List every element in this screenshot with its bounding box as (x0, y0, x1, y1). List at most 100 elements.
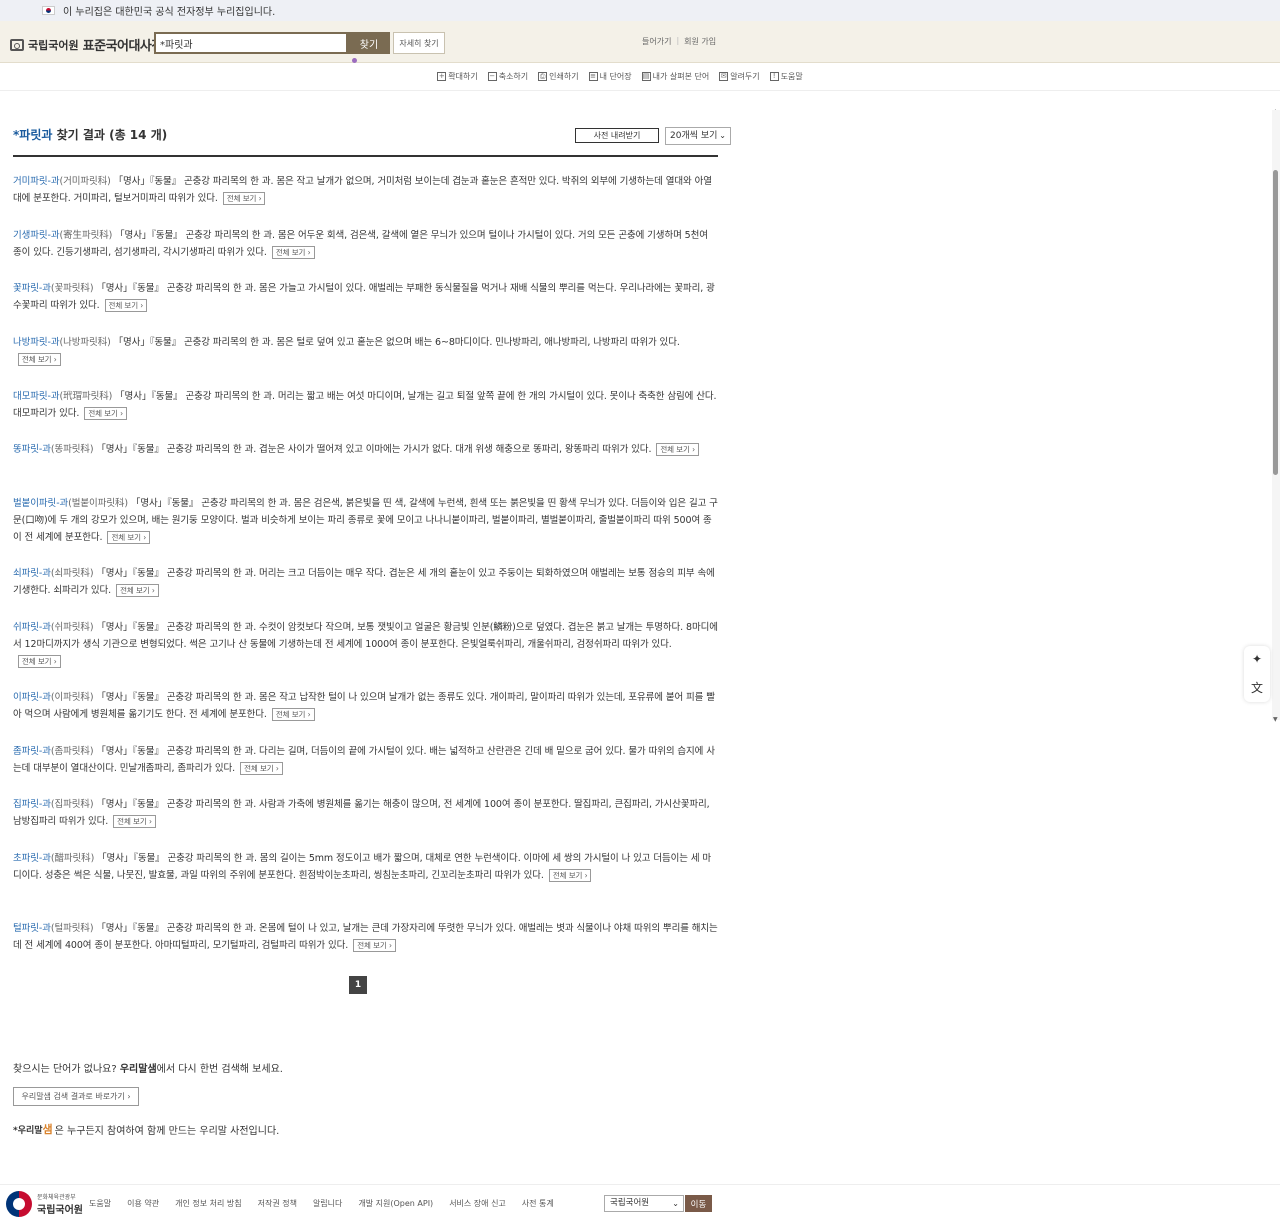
urimal-brand: 우리말샘 (119, 1064, 157, 1075)
full-view-button[interactable]: 전체 보기 › (113, 815, 156, 828)
full-view-label: 전체 보기 (108, 301, 139, 310)
full-view-button[interactable]: 전체 보기 › (84, 407, 127, 420)
entry-definition: 「명사」『동물』 곤충강 파리목의 한 과. 겹눈은 사이가 떨어져 있고 이마… (96, 444, 652, 455)
go-button[interactable]: 이동 (685, 1195, 712, 1212)
urimal-note-saem: 샘 (42, 1123, 53, 1136)
footer-link-open-api[interactable]: 개발 지원(Open API) (358, 1198, 433, 1209)
full-view-label: 전체 보기 (660, 445, 690, 454)
print-button[interactable]: ⎙ 인쇄하기 (538, 71, 579, 82)
footer-link-copyright[interactable]: 저작권 정책 (258, 1198, 297, 1209)
signup-link[interactable]: 회원 가입 (679, 36, 721, 47)
recent-words-button[interactable]: ▤ 내가 살펴본 단어 (641, 71, 710, 82)
urimal-search-button[interactable]: 우리말샘 검색 결과로 바로가기 › (13, 1087, 139, 1106)
entry-word[interactable]: 쇠파릿-과 (13, 568, 51, 579)
entry-word[interactable]: 좀파릿-과 (13, 746, 51, 757)
entry-definition: 「명사」『동물』 곤충강 파리목의 한 과. 몸의 길이는 5mm 정도이고 배… (13, 853, 712, 881)
footer-link-report[interactable]: 서비스 장애 신고 (449, 1198, 506, 1209)
logo-title: 표준국어대사전 (82, 39, 164, 54)
dictionary-download-button[interactable]: 사전 내려받기 (575, 128, 659, 143)
full-view-button[interactable]: 전체 보기 › (548, 869, 592, 882)
detail-search-button[interactable]: 자세히 찾기 (393, 32, 445, 54)
tool-label: 내가 살펴본 단어 (652, 72, 710, 81)
results-count: 찾기 결과 (총 14 개) (56, 128, 168, 142)
entry-word[interactable]: 초파릿-과 (13, 853, 51, 864)
notice-button[interactable]: ✉ 알려두기 (719, 71, 760, 82)
entry-origin: (좀파릿科) (50, 746, 94, 757)
entry-origin: (거미파릿科) (59, 176, 111, 187)
site-logo[interactable]: 국립국어원 표준국어대사전 (10, 35, 163, 54)
zoom-in-button[interactable]: + 확대하기 (437, 71, 478, 82)
entry-definition: 「명사」『동물』 곤충강 파리목의 한 과. 몸은 작고 날개가 없으며, 거미… (13, 176, 712, 204)
entry-word[interactable]: 나방파릿-과 (13, 337, 60, 348)
footer-link-privacy[interactable]: 개인 정보 처리 방침 (175, 1198, 242, 1209)
entry-word[interactable]: 거미파릿-과 (13, 176, 60, 187)
full-view-button[interactable]: 전체 보기 › (353, 939, 396, 952)
full-view-button[interactable]: 전체 보기 › (107, 531, 151, 544)
list-item: 똥파릿-과(똥파릿科) 「명사」『동물』 곤충강 파리목의 한 과. 겹눈은 사… (13, 441, 718, 458)
chevron-down-icon: ⌄ (719, 131, 726, 140)
urimal-note-text: 은 누구든지 참여하여 함께 만드는 우리말 사전입니다. (54, 1125, 280, 1137)
results-header: *파릿과 찾기 결과 (총 14 개) 사전 내려받기 20개씩 보기 ⌄ (13, 124, 731, 157)
sparkle-icon[interactable]: ✦ (1252, 652, 1262, 666)
entry-origin: (寄生파릿科) (59, 230, 113, 241)
search-input[interactable] (154, 32, 348, 54)
full-view-button[interactable]: 전체 보기 › (271, 246, 315, 259)
full-view-button[interactable]: 전체 보기 › (656, 443, 700, 456)
translate-icon[interactable]: 文 (1251, 679, 1263, 696)
tool-label: 알려두기 (730, 72, 760, 81)
full-view-label: 전체 보기 (357, 941, 387, 950)
full-view-button[interactable]: 전체 보기 › (222, 192, 266, 205)
entry-word[interactable]: 대모파릿-과 (13, 391, 60, 402)
per-page-select[interactable]: 20개씩 보기 ⌄ (665, 127, 731, 145)
full-view-button[interactable]: 전체 보기 › (18, 353, 61, 366)
full-view-button[interactable]: 전체 보기 › (104, 299, 148, 312)
pagination-current-page[interactable]: 1 (349, 976, 367, 994)
list-item: 좀파릿-과(좀파릿科) 「명사」『동물』 곤충강 파리목의 한 과. 다리는 길… (13, 743, 718, 777)
full-view-label: 전체 보기 (22, 657, 52, 666)
entry-word[interactable]: 쉬파릿-과 (13, 622, 51, 633)
entry-word[interactable]: 벌붙이파릿-과 (13, 498, 68, 509)
footer-link-terms[interactable]: 이용 약관 (127, 1198, 159, 1209)
urimal-question-suffix: 에서 다시 한번 검색해 보세요. (156, 1064, 283, 1075)
entry-word[interactable]: 꽃파릿-과 (13, 283, 51, 294)
list-item: 이파릿-과(이파릿科) 「명사」『동물』 곤충강 파리목의 한 과. 몸은 작고… (13, 689, 718, 723)
help-button[interactable]: ! 도움말 (769, 71, 803, 82)
urimal-note: *우리말 샘 은 누구든지 참여하여 함께 만드는 우리말 사전입니다. (13, 1121, 279, 1137)
scrollbar[interactable] (1272, 110, 1280, 720)
scroll-down-arrow-icon[interactable]: ▼ (1273, 716, 1278, 723)
search-button[interactable]: 찾기 (348, 32, 390, 54)
full-view-button[interactable]: 전체 보기 › (18, 655, 61, 668)
government-emblem-icon (6, 1191, 32, 1217)
scrollbar-thumb[interactable] (1273, 170, 1278, 475)
entry-word[interactable]: 기생파릿-과 (13, 230, 60, 241)
footer-logo[interactable]: 문화체육관광부 국립국어원 (6, 1191, 83, 1217)
footer-link-notice[interactable]: 알립니다 (313, 1198, 342, 1209)
list-item: 초파릿-과(醋파릿科) 「명사」『동물』 곤충강 파리목의 한 과. 몸의 길이… (13, 850, 718, 884)
results-title: *파릿과 찾기 결과 (총 14 개) (13, 126, 167, 143)
entry-word[interactable]: 똥파릿-과 (13, 444, 51, 455)
entry-definition: 「명사」『동물』 곤충강 파리목의 한 과. 몸은 어두운 회색, 검은색, 갈… (13, 230, 708, 258)
entry-word[interactable]: 집파릿-과 (13, 799, 51, 810)
entry-word[interactable]: 이파릿-과 (13, 692, 51, 703)
footer-org: 문화체육관광부 국립국어원 (37, 1192, 83, 1216)
help-icon: ! (769, 72, 779, 81)
entry-origin: (똥파릿科) (50, 444, 94, 455)
full-view-button[interactable]: 전체 보기 › (271, 708, 315, 721)
login-link[interactable]: 들어가기 (637, 36, 676, 47)
zoom-out-button[interactable]: − 축소하기 (487, 71, 528, 82)
related-site-select[interactable]: 국립국어원 ⌄ (604, 1195, 684, 1212)
entry-word[interactable]: 털파릿-과 (13, 923, 51, 934)
my-wordbook-button[interactable]: ≡ 내 단어장 (588, 71, 632, 82)
entry-origin: (나방파릿科) (59, 337, 111, 348)
footer-link-help[interactable]: 도움말 (89, 1198, 111, 1209)
full-view-label: 전체 보기 (552, 871, 583, 880)
notice-icon: ✉ (719, 72, 729, 81)
list-item: 쉬파릿-과(쉬파릿科) 「명사」『동물』 곤충강 파리목의 한 과. 수컷이 암… (13, 619, 718, 670)
full-view-button[interactable]: 전체 보기 › (240, 762, 283, 775)
full-view-button[interactable]: 전체 보기 › (116, 584, 159, 597)
full-view-label: 전체 보기 (275, 710, 306, 719)
list-item: 대모파릿-과(玳瑁파릿科) 「명사」『동물』 곤충강 파리목의 한 과. 머리는… (13, 388, 718, 422)
footer-ministry: 문화체육관광부 (37, 1194, 76, 1201)
footer-link-stats[interactable]: 사전 통계 (522, 1198, 554, 1209)
entry-origin: (집파릿科) (50, 799, 94, 810)
